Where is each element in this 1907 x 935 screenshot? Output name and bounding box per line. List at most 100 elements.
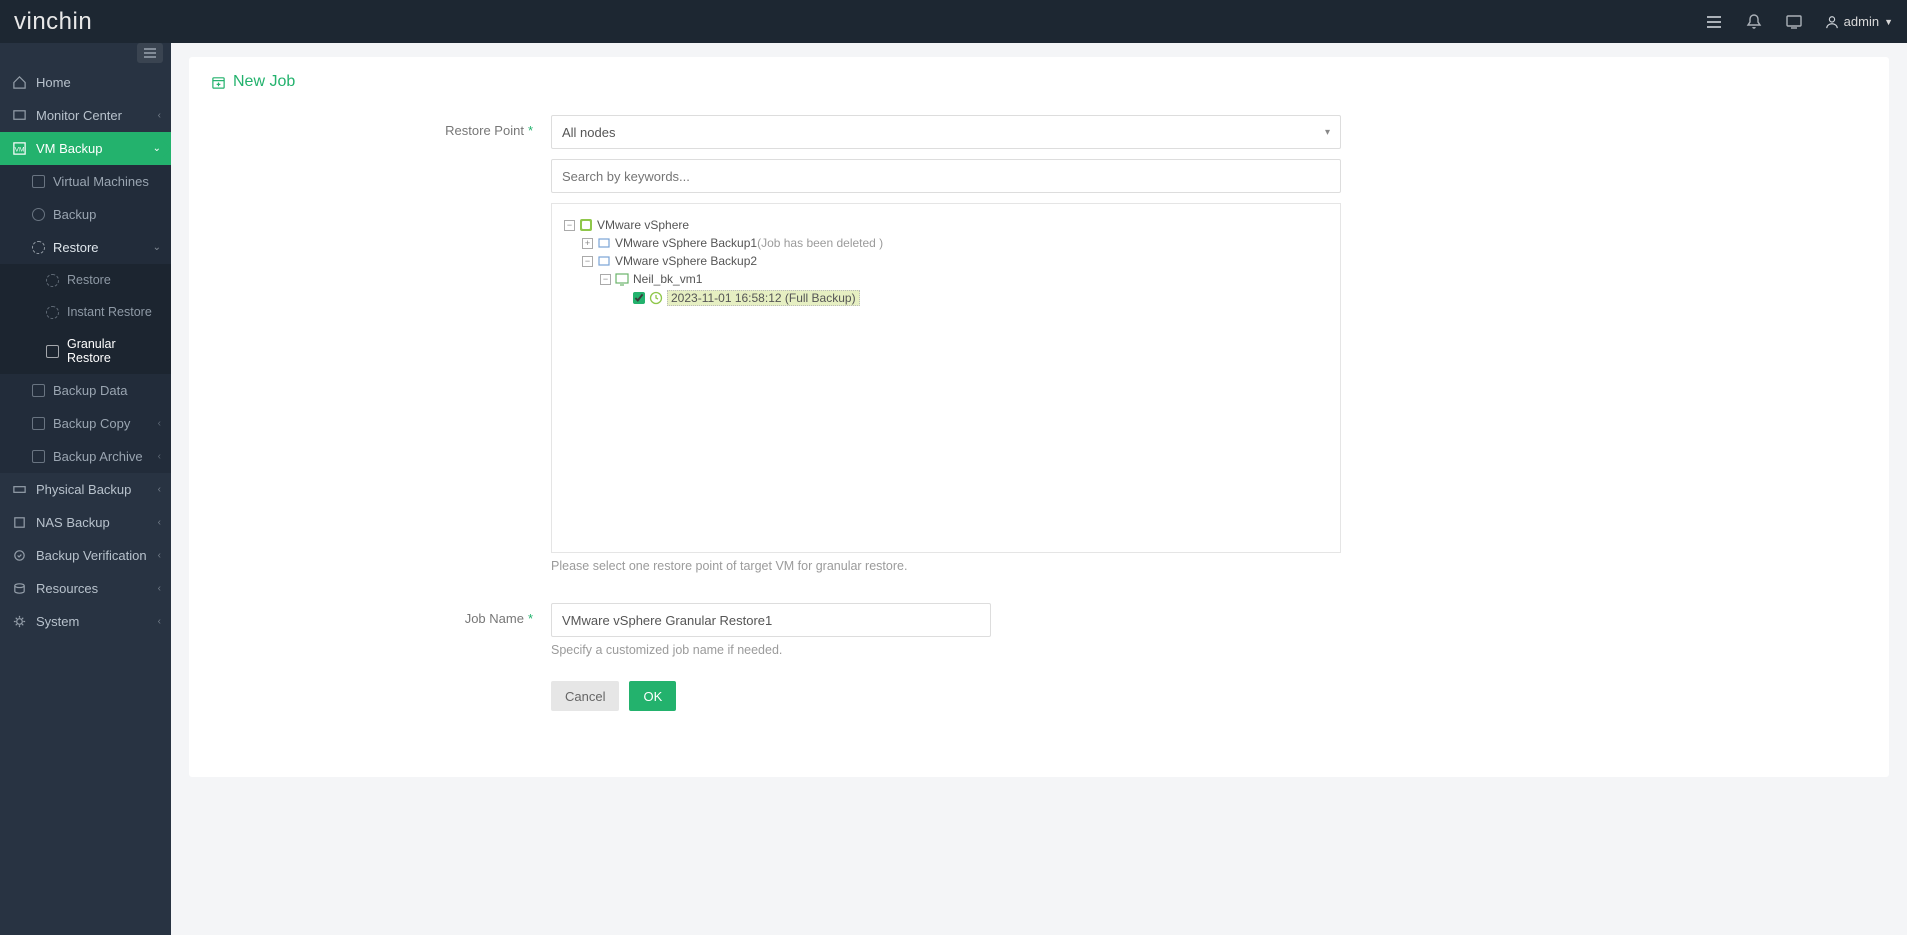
sidebar-item-system[interactable]: System ‹ [0,605,171,638]
chevron-down-icon: ⌄ [153,143,161,154]
sidebar-item-restore-sub[interactable]: Restore [0,264,171,296]
tree-root: − VMware vSphere [564,216,1328,234]
sidebar-item-instant-restore[interactable]: Instant Restore [0,296,171,328]
sidebar-item-backup-data[interactable]: Backup Data [0,374,171,407]
nav-label: Backup Verification [36,548,147,563]
monitor-icon[interactable] [1785,13,1803,31]
chevron-left-icon: ‹ [158,418,161,429]
nav-label: Virtual Machines [53,174,149,189]
chevron-left-icon: ‹ [158,550,161,561]
restore-point-help: Please select one restore point of targe… [551,559,1341,573]
restore-point-tree: − VMware vSphere + [551,203,1341,553]
tree-restore-point: 2023-11-01 16:58:12 (Full Backup) [618,288,1328,308]
clock-icon [649,291,663,305]
vm-icon [32,175,45,188]
nav-label: Instant Restore [67,305,152,319]
nav-label: Monitor Center [36,108,122,123]
granular-restore-icon [46,345,59,358]
nav-label: System [36,614,79,629]
backup-icon [32,208,45,221]
tree-label[interactable]: VMware vSphere [597,218,689,232]
sidebar-item-monitor-center[interactable]: Monitor Center ‹ [0,99,171,132]
chevron-down-icon: ▾ [1325,127,1330,138]
vm-node-icon [615,272,629,286]
tree-label[interactable]: VMware vSphere Backup1(Job has been dele… [615,236,883,250]
brand-logo: vinchin [14,8,92,36]
search-input[interactable] [551,159,1341,193]
calendar-plus-icon [211,75,226,90]
tree-label[interactable]: 2023-11-01 16:58:12 (Full Backup) [667,290,860,306]
job-name-help: Specify a customized job name if needed. [551,643,1341,657]
chevron-left-icon: ‹ [158,517,161,528]
restore-point-checkbox[interactable] [633,292,645,304]
list-icon[interactable] [1705,13,1723,31]
topbar-actions: admin ▼ [1705,13,1893,31]
nodes-select[interactable]: All nodes ▾ [551,115,1341,149]
job-name-input[interactable] [551,603,991,637]
sidebar-item-backup-verification[interactable]: Backup Verification ‹ [0,539,171,572]
svg-text:VM: VM [15,146,25,153]
sidebar-toggle[interactable] [137,43,163,63]
job-name-row: Job Name* Specify a customized job name … [211,603,1867,657]
job-name-label: Job Name* [211,603,551,657]
vm-backup-submenu: Virtual Machines Backup Restore ⌄ Restor… [0,165,171,473]
tree-job2: − VMware vSphere Backup2 [582,252,1328,270]
backup-data-icon [32,384,45,397]
bell-icon[interactable] [1745,13,1763,31]
chevron-left-icon: ‹ [158,451,161,462]
ok-button[interactable]: OK [629,681,676,711]
restore-submenu: Restore Instant Restore Granular Restore [0,264,171,374]
expand-icon[interactable]: + [582,238,593,249]
job-icon [597,254,611,268]
backup-copy-icon [32,417,45,430]
nav-label: VM Backup [36,141,102,156]
sidebar-item-physical-backup[interactable]: Physical Backup ‹ [0,473,171,506]
new-job-panel: New Job Restore Point* All nodes ▾ − [189,57,1889,777]
sidebar: Home Monitor Center ‹ VM VM Backup ⌄ Vir… [0,43,171,935]
sidebar-item-resources[interactable]: Resources ‹ [0,572,171,605]
chevron-left-icon: ‹ [158,616,161,627]
user-label: admin [1844,14,1879,29]
tree-label[interactable]: Neil_bk_vm1 [633,272,702,286]
sidebar-item-nas-backup[interactable]: NAS Backup ‹ [0,506,171,539]
nav-label: Backup [53,207,96,222]
page-title: New Job [211,73,1867,91]
sidebar-item-backup-copy[interactable]: Backup Copy ‹ [0,407,171,440]
sidebar-item-backup-archive[interactable]: Backup Archive ‹ [0,440,171,473]
restore-point-row: Restore Point* All nodes ▾ − [211,115,1867,573]
nav-label: Physical Backup [36,482,131,497]
chevron-left-icon: ‹ [158,110,161,121]
cancel-button[interactable]: Cancel [551,681,619,711]
collapse-icon[interactable]: − [600,274,611,285]
collapse-icon[interactable]: − [582,256,593,267]
nav-label: Resources [36,581,98,596]
restore-point-label: Restore Point* [211,115,551,573]
user-menu[interactable]: admin ▼ [1825,14,1893,29]
job-icon [597,236,611,250]
instant-restore-icon [46,306,59,319]
chevron-left-icon: ‹ [158,583,161,594]
button-row: Cancel OK [551,681,1867,711]
chevron-left-icon: ‹ [158,484,161,495]
nav-label: Home [36,75,71,90]
sidebar-item-backup[interactable]: Backup [0,198,171,231]
nav-label: Restore [53,240,99,255]
vsphere-icon [579,218,593,232]
nav-label: Backup Data [53,383,127,398]
collapse-icon[interactable]: − [564,220,575,231]
chevron-down-icon: ▼ [1884,17,1893,27]
backup-archive-icon [32,450,45,463]
topbar: vinchin admin ▼ [0,0,1907,43]
sidebar-item-granular-restore[interactable]: Granular Restore [0,328,171,374]
tree-vm: − Neil_bk_vm1 [600,270,1328,288]
sidebar-item-vm-backup[interactable]: VM VM Backup ⌄ [0,132,171,165]
restore-sub-icon [46,274,59,287]
nav-label: Granular Restore [67,337,161,365]
nav-label: NAS Backup [36,515,110,530]
sidebar-item-virtual-machines[interactable]: Virtual Machines [0,165,171,198]
chevron-down-icon: ⌄ [153,242,161,253]
sidebar-item-restore[interactable]: Restore ⌄ [0,231,171,264]
sidebar-item-home[interactable]: Home [0,66,171,99]
tree-label[interactable]: VMware vSphere Backup2 [615,254,757,268]
select-value: All nodes [562,125,615,140]
